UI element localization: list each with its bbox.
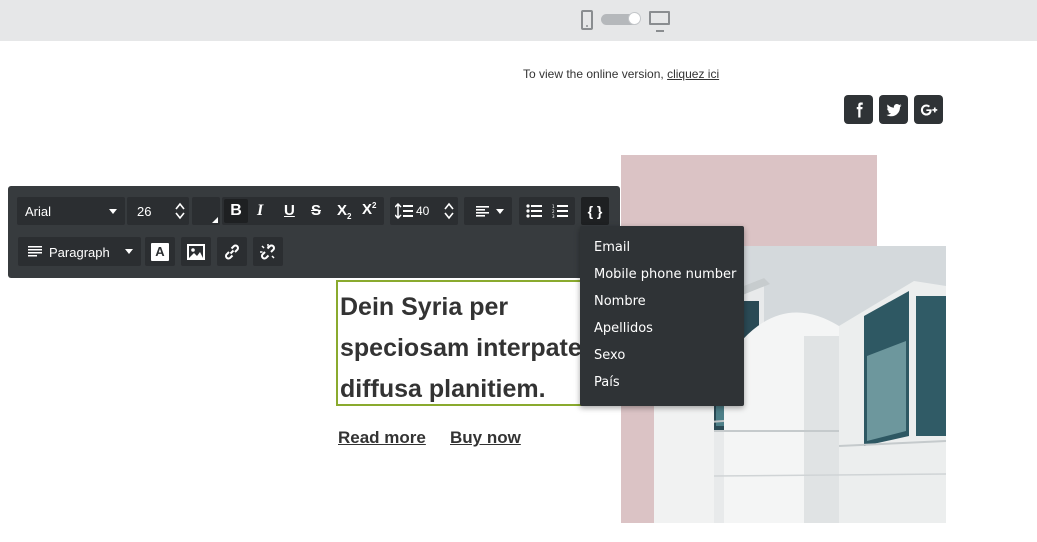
font-size-stepper[interactable]: 26 <box>127 197 189 225</box>
chevron-down-icon <box>109 209 117 214</box>
view-mode-toggle[interactable] <box>601 12 641 25</box>
merge-tag-pais[interactable]: País <box>594 375 620 390</box>
numbered-list-icon[interactable]: 1 2 3 <box>552 204 568 218</box>
text-align-select[interactable] <box>464 197 512 225</box>
online-version-text: To view the online version, <box>523 67 664 81</box>
list-group: 1 2 3 <box>519 197 575 225</box>
subscript-icon[interactable]: X2 <box>337 202 351 221</box>
line-height-icon <box>395 203 413 219</box>
preview-mode-bar <box>0 0 1037 41</box>
mobile-view-icon[interactable] <box>581 10 593 30</box>
merge-tag-mobile-phone[interactable]: Mobile phone number <box>594 267 736 282</box>
paragraph-icon <box>28 246 42 257</box>
svg-text:3: 3 <box>552 214 555 218</box>
twitter-icon[interactable] <box>879 95 908 124</box>
unlink-icon <box>260 243 275 259</box>
google-plus-icon[interactable] <box>914 95 943 124</box>
merge-tag-nombre[interactable]: Nombre <box>594 294 646 309</box>
merge-tags-button[interactable]: { } <box>581 197 609 225</box>
online-version-line: To view the online version, cliquez ici <box>523 67 719 81</box>
toggle-knob <box>628 12 641 25</box>
online-version-link[interactable]: cliquez ici <box>667 67 719 81</box>
font-family-value: Arial <box>25 203 52 219</box>
background-color-button[interactable]: A <box>145 237 175 266</box>
block-format-value: Paragraph <box>49 245 110 260</box>
merge-tag-email[interactable]: Email <box>594 240 630 255</box>
font-family-select[interactable]: Arial <box>17 197 125 225</box>
line-height-value: 40 <box>416 204 430 218</box>
merge-tags-icon: { } <box>587 203 603 219</box>
insert-image-button[interactable] <box>181 237 211 266</box>
block-format-select[interactable]: Paragraph <box>18 237 141 266</box>
color-corner-icon <box>212 217 218 223</box>
text-format-toolbar: Arial 26 B I U S X2 X2 40 1 2 3 {} Para… <box>8 186 620 278</box>
chevron-down-icon <box>496 209 504 214</box>
font-size-value: 26 <box>137 203 152 219</box>
italic-icon[interactable]: I <box>257 202 263 220</box>
link-icon <box>225 244 239 259</box>
merge-tag-apellidos[interactable]: Apellidos <box>594 321 653 336</box>
text-color-picker[interactable] <box>192 197 220 225</box>
stepper-arrows-icon <box>175 202 185 220</box>
image-icon <box>187 243 205 260</box>
merge-tag-sexo[interactable]: Sexo <box>594 348 625 363</box>
buy-now-link[interactable]: Buy now <box>450 428 521 448</box>
align-left-icon <box>476 206 489 217</box>
text-background-icon: A <box>151 242 169 261</box>
strikethrough-icon[interactable]: S <box>311 202 321 219</box>
chevron-down-icon <box>125 249 133 254</box>
merge-tags-dropdown: Email Mobile phone number Nombre Apellid… <box>580 226 744 406</box>
stepper-arrows-icon <box>444 202 454 220</box>
insert-link-button[interactable] <box>217 237 247 266</box>
remove-link-button[interactable] <box>253 237 283 266</box>
bold-icon[interactable]: B <box>224 199 248 223</box>
text-style-group: B I U S X2 X2 <box>222 197 384 225</box>
line-height-stepper[interactable]: 40 <box>390 197 458 225</box>
underline-icon[interactable]: U <box>284 202 295 219</box>
read-more-link[interactable]: Read more <box>338 428 426 448</box>
desktop-view-icon[interactable] <box>649 11 670 32</box>
superscript-icon[interactable]: X2 <box>362 201 376 218</box>
bullet-list-icon[interactable] <box>526 204 542 218</box>
facebook-icon[interactable] <box>844 95 873 124</box>
